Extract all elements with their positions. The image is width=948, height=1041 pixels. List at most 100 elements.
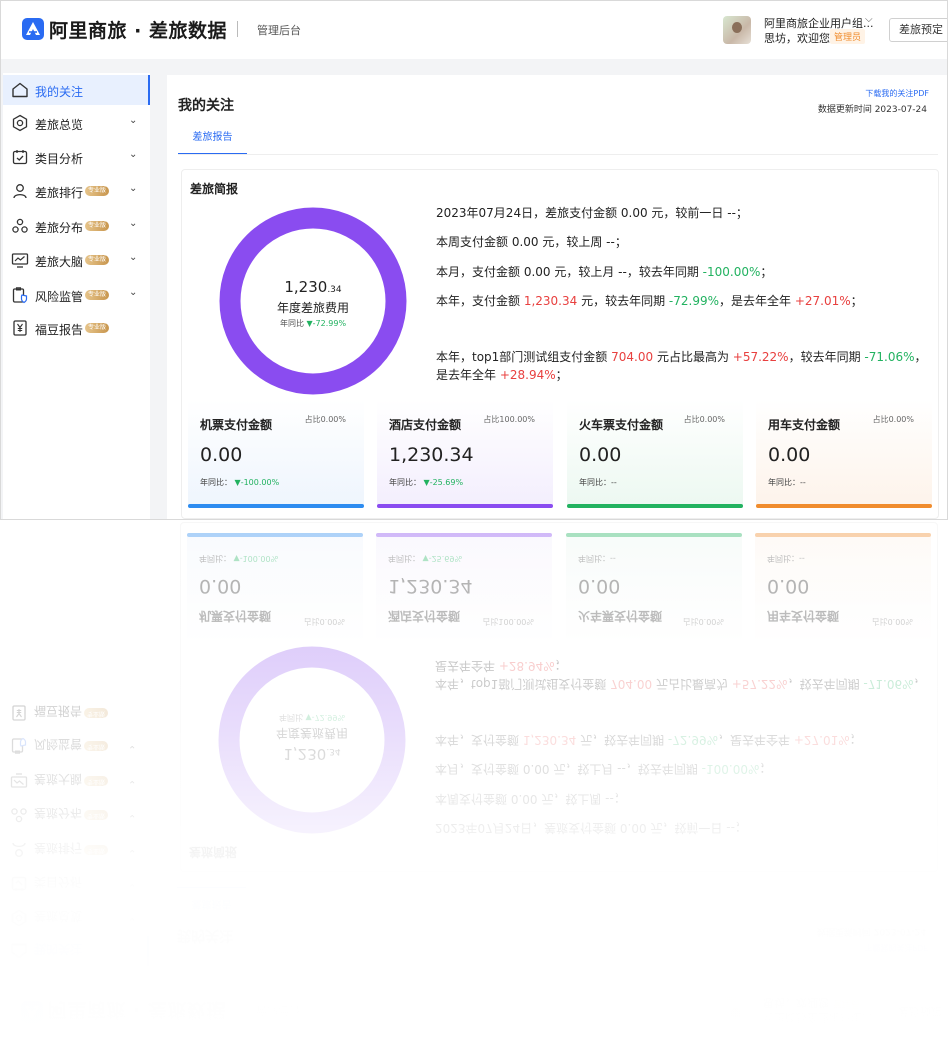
sidebar-item-label: 差旅大脑 (35, 255, 84, 269)
main-content: 我的关注 下载我的关注PDF 数据更新时间 2023-07-24 差旅报告 差旅… (167, 75, 947, 519)
sidebar-item-risk[interactable]: 风险监管 专业版 ⌄ (3, 280, 150, 310)
metric-yoy: 年同比：-- (768, 477, 806, 488)
top-header: 阿里商旅 · 差旅数据 管理后台 阿里商旅企业用户组... ⌵ 思坊，欢迎您 管… (1, 1, 947, 59)
sidebar: 我的关注 差旅总览 ⌄ 类目分析 ⌄ 差旅排行 专业版 ⌄ 差旅分布 专业版 ⌄… (3, 73, 150, 519)
metric-title: 用车支付金额 (768, 418, 841, 432)
summary-yearly: 本年，支付金额 1,230.34 元，较去年同期 -72.99%，是去年全年 +… (436, 292, 863, 309)
sidebar-item-ranking[interactable]: 差旅排行 专业版 ⌄ (3, 176, 150, 206)
summary-text: ，较去年同期 (788, 350, 865, 364)
sidebar-item-brain[interactable]: 差旅大脑 专业版 ⌄ (3, 245, 150, 275)
metric-value: 1,230.34 (389, 444, 474, 466)
yoy-label: 年同比： (579, 478, 611, 487)
metric-share: 占比0.00% (304, 415, 346, 424)
yoy-label: 年同比： (768, 478, 800, 487)
tab-travel-report[interactable]: 差旅报告 (178, 127, 247, 155)
summary-change: +57.22% (732, 350, 789, 364)
metric-value: 0.00 (768, 444, 811, 466)
chevron-down-icon[interactable]: ⌄ (129, 252, 137, 263)
summary-weekly: 本周支付金额 0.00 元，较上周 --； (436, 235, 627, 249)
sidebar-item-label: 风险监管 (35, 290, 84, 304)
metric-card-car[interactable]: 用车支付金额 占比0.00% 0.00 年同比：-- (756, 400, 932, 508)
user-icon (13, 184, 27, 199)
user-greeting: 思坊，欢迎您 (764, 32, 830, 45)
summary-text: 本年，支付金额 (436, 294, 524, 308)
chevron-down-icon[interactable]: ⌄ (129, 115, 137, 126)
download-pdf-link[interactable]: 下载我的关注PDF (865, 88, 929, 99)
sidebar-item-label: 差旅排行 (35, 186, 84, 200)
yoy-label: 年同比： (389, 478, 421, 487)
yoy-label: 年同比： (200, 478, 232, 487)
summary-monthly: 本月，支付金额 0.00 元，较上月 --，较去年同期 -100.00%； (436, 263, 772, 280)
summary-text: ； (760, 265, 773, 279)
summary-change: -100.00% (702, 265, 761, 279)
chevron-down-icon[interactable]: ⌄ (129, 287, 137, 298)
yoy-value: ▼-25.69% (423, 478, 464, 487)
reflection-fade (0, 520, 948, 1040)
metric-color-bar (567, 504, 743, 508)
sidebar-item-my-focus[interactable]: 我的关注 (3, 75, 150, 105)
metric-card-train[interactable]: 火车票支付金额 占比0.00% 0.00 年同比：-- (567, 400, 743, 508)
yoy-value: ▼-72.99% (306, 319, 347, 328)
summary-text: 元，较去年同期 (577, 294, 669, 308)
chevron-down-icon[interactable]: ⌄ (129, 149, 137, 160)
annual-cost-label: 年度差旅费用 (276, 301, 349, 315)
annual-cost-yoy: 年同比 ▼-72.99% (218, 318, 408, 329)
metric-card-flight[interactable]: 机票支付金额 占比0.00% 0.00 年同比： ▼-100.00% (188, 400, 364, 508)
summary-amount: 704.00 (611, 350, 654, 364)
yoy-value: ▼-100.00% (234, 478, 280, 487)
metric-value: 0.00 (200, 444, 243, 466)
summary-change: +27.01% (794, 294, 851, 308)
nodes-icon (12, 218, 28, 233)
shield-clipboard-icon (12, 287, 28, 304)
sidebar-item-label: 我的关注 (35, 85, 84, 99)
metric-share: 占比0.00% (872, 415, 914, 424)
sidebar-item-overview[interactable]: 差旅总览 ⌄ (3, 108, 150, 138)
screenshot-reflection: 阿里商旅 · 差旅数据 管理后台 阿里商旅企业用户组... ⌵ 思坊，欢迎您 管… (0, 520, 948, 1040)
pro-badge: 专业版 (85, 186, 109, 196)
pro-badge: 专业版 (85, 323, 109, 333)
app-window: 阿里商旅 · 差旅数据 管理后台 阿里商旅企业用户组... ⌵ 思坊，欢迎您 管… (0, 0, 948, 520)
travel-booking-button[interactable]: 差旅预定 (889, 18, 947, 42)
travel-brief-card: 差旅简报 1,230.34 年度差旅费用 年同比 ▼-72.99% 2023年0… (181, 169, 939, 519)
metric-title: 机票支付金额 (200, 418, 273, 432)
summary-daily: 2023年07月24日，差旅支付金额 0.00 元，较前一日 --； (436, 206, 748, 220)
yoy-value: -- (800, 478, 806, 487)
annual-cost-decimal: .34 (327, 285, 342, 295)
admin-label: 管理后台 (257, 24, 301, 37)
summary-text: ； (850, 294, 863, 308)
monitor-chart-icon (11, 253, 29, 268)
data-updated-time: 数据更新时间 2023-07-24 (817, 105, 927, 115)
summary-change: +28.94% (499, 368, 556, 382)
summary-change: -72.99% (668, 294, 719, 308)
chevron-down-icon[interactable]: ⌵ (865, 14, 873, 25)
brand-divider (237, 21, 238, 37)
sidebar-item-label: 差旅分布 (35, 221, 84, 235)
user-avatar[interactable] (723, 16, 751, 44)
brand-title[interactable]: 阿里商旅 · 差旅数据 (49, 16, 227, 43)
home-icon (12, 82, 28, 98)
metric-title: 酒店支付金额 (389, 418, 462, 432)
sidebar-item-category[interactable]: 类目分析 ⌄ (3, 142, 150, 172)
yen-report-icon (13, 320, 27, 336)
sidebar-item-label: 差旅总览 (35, 118, 84, 132)
metric-title: 火车票支付金额 (579, 418, 664, 432)
chevron-down-icon[interactable]: ⌄ (129, 218, 137, 229)
sidebar-item-distribution[interactable]: 差旅分布 专业版 ⌄ (3, 211, 150, 241)
metric-color-bar (188, 504, 364, 508)
chevron-down-icon[interactable]: ⌄ (129, 183, 137, 194)
summary-change: -71.06% (864, 350, 915, 364)
summary-text: ，是去年全年 (719, 294, 795, 308)
summary-top-department: 本年，top1部门测试组支付金额 704.00 元占比最高为 +57.22%，较… (436, 348, 931, 384)
summary-text: 本月，支付金额 0.00 元，较上月 --，较去年同期 (436, 265, 703, 279)
metric-share: 占比0.00% (683, 415, 725, 424)
metric-card-hotel[interactable]: 酒店支付金额 占比100.00% 1,230.34 年同比： ▼-25.69% (377, 400, 553, 508)
sidebar-item-fudou-report[interactable]: 福豆报告 专业版 (3, 313, 150, 343)
yoy-value: -- (611, 478, 617, 487)
summary-text: ； (555, 368, 568, 382)
alitrip-logo-icon (22, 18, 44, 40)
summary-text: 本年，top1部门测试组支付金额 (436, 350, 612, 364)
annual-cost-main: 1,230 (284, 278, 328, 296)
pro-badge: 专业版 (85, 255, 109, 265)
pro-badge: 专业版 (85, 221, 109, 231)
target-icon (12, 114, 28, 132)
